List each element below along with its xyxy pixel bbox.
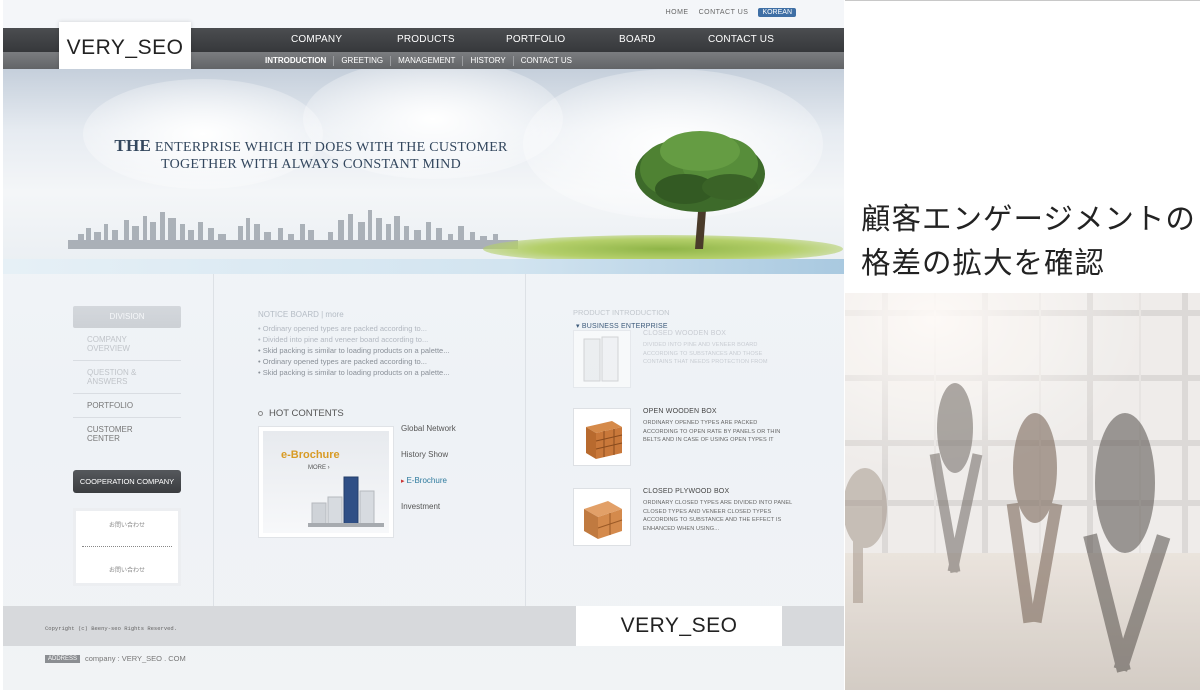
promo-heading-line2: 格差の拡大を確認 [861,246,1106,280]
side-menu-header-label: DIVISION [109,312,145,321]
inquiry-box: お問い合わせ お問い合わせ [73,508,181,586]
inquiry-link[interactable]: お問い合わせ [109,520,145,529]
product-description: ORDINARY OPENED TYPES ARE PACKED ACCORDI… [643,420,781,443]
address-text: company : VERY_SEO . COM [85,654,186,663]
product-name: OPEN WOODEN BOX [643,408,717,415]
side-menu-item-company-overview[interactable]: COMPANY OVERVIEW [73,328,181,361]
copyright-text: Copyright (c) Beeny-seo Rights Reserved. [45,625,178,632]
website-mockup: HOME CONTACT US KOREAN COMPANY PRODUCTS … [3,0,844,690]
more-link[interactable]: MORE › [308,465,330,471]
language-badge[interactable]: KOREAN [758,8,796,17]
content-area: DIVISION COMPANY OVERVIEW QUESTION & ANS… [3,274,844,606]
site-logo[interactable]: VERY_SEO [59,22,191,74]
nav-board[interactable]: BOARD [619,28,656,52]
subnav-greeting[interactable]: GREETING [334,55,392,66]
hero-headline-line1: ENTERPRISE WHICH IT DOES WITH THE CUSTOM… [151,140,508,155]
product-description: ORDINARY CLOSED TYPES ARE DIVIDED INTO P… [643,500,793,532]
product-thumbnail [573,330,631,388]
nav-products[interactable]: PRODUCTS [397,28,455,52]
footer: Copyright (c) Beeny-seo Rights Reserved.… [3,606,844,646]
product-item[interactable]: OPEN WOODEN BOX ORDINARY OPENED TYPES AR… [573,408,803,468]
business-enterprise-heading: BUSINESS ENTERPRISE [576,322,668,330]
notice-item[interactable]: • Ordinary opened types are packed accor… [258,323,518,334]
product-name: CLOSED WOODEN BOX [643,330,727,337]
divider [845,0,1200,1]
home-link[interactable]: HOME [666,9,689,16]
subnav-introduction[interactable]: INTRODUCTION [258,55,335,66]
side-menu-header: DIVISION [73,306,181,328]
side-menu-item-portfolio[interactable]: PORTFOLIO [73,394,181,418]
side-menu-item-customer-center[interactable]: CUSTOMER CENTER [73,418,181,450]
promo-heading-line1: 顧客エンゲージメントの [861,202,1196,236]
bar-graphic-icon [308,476,384,527]
hero-banner: THE ENTERPRISE WHICH IT DOES WITH THE CU… [3,69,844,274]
side-menu: DIVISION COMPANY OVERVIEW QUESTION & ANS… [73,306,188,586]
notice-board: NOTICE BOARD | more • Ordinary opened ty… [258,310,518,378]
product-heading: PRODUCT INTRODUCTION [573,308,670,317]
people-walking-photo [845,293,1200,690]
notice-item[interactable]: • Skid packing is similar to loading pro… [258,367,518,378]
bullet-icon [258,411,263,416]
subnav-management[interactable]: MANAGEMENT [391,55,464,66]
hot-link-history-show[interactable]: History Show [401,450,456,476]
subnav-contact-us[interactable]: CONTACT US [514,56,579,66]
hot-link-investment[interactable]: Investment [401,502,456,528]
notice-item[interactable]: • Skid packing is similar to loading pro… [258,345,518,356]
site-logo-text: VERY_SEO [66,36,184,59]
cooperation-company-button[interactable]: COOPERATION COMPANY [73,470,181,493]
subnav-history[interactable]: HISTORY [463,55,514,66]
nav-contact-us[interactable]: CONTACT US [708,28,774,52]
water-strip [3,259,844,274]
footer-logo-text: VERY_SEO [620,614,738,637]
tree-image [635,131,765,249]
column-divider [525,274,526,606]
product-item[interactable]: CLOSED PLYWOOD BOX ORDINARY CLOSED TYPES… [573,488,803,548]
hot-contents-heading: HOT CONTENTS [258,408,344,419]
hero-headline: THE ENTERPRISE WHICH IT DOES WITH THE CU… [101,137,521,173]
e-brochure-banner[interactable]: e-Brochure MORE › [258,426,394,538]
address-tag: ADDRESS [45,654,81,663]
nav-company[interactable]: COMPANY [291,28,342,52]
product-thumbnail [573,408,631,466]
plywood-box-image [584,501,623,539]
divider [82,546,172,548]
city-skyline-image [68,210,518,249]
hot-contents-list: Global Network History Show E-Brochure I… [401,424,456,528]
e-brochure-title: e-Brochure [281,449,340,461]
notice-heading[interactable]: NOTICE BOARD | more [258,310,518,319]
column-divider [213,274,214,606]
address-line: ADDRESS company : VERY_SEO . COM [45,654,186,663]
product-thumbnail [573,488,631,546]
product-item[interactable]: CLOSED WOODEN BOX DIVIDED INTO PINE AND … [573,330,803,390]
notice-item[interactable]: • Divided into pine and veneer board acc… [258,334,518,345]
hot-link-global-network[interactable]: Global Network [401,424,456,450]
side-menu-item-qna[interactable]: QUESTION & ANSWERS [73,361,181,394]
product-name: CLOSED PLYWOOD BOX [643,488,730,495]
hot-link-e-brochure[interactable]: E-Brochure [401,476,456,502]
hero-headline-line2: TOGETHER WITH ALWAYS CONSTANT MIND [161,157,461,172]
product-description: DIVIDED INTO PINE AND VENEER BOARD ACCOR… [643,342,768,365]
promo-heading: 顧客エンゲージメントの 格差の拡大を確認 [861,197,1200,285]
open-wooden-box-image [586,421,623,459]
closed-box-image [583,336,619,382]
e-brochure-banner-inner: e-Brochure MORE › [263,431,389,533]
contact-us-link[interactable]: CONTACT US [699,9,749,16]
page: HOME CONTACT US KOREAN COMPANY PRODUCTS … [0,0,1200,690]
inquiry-link[interactable]: お問い合わせ [109,565,145,574]
nav-portfolio[interactable]: PORTFOLIO [506,28,565,52]
hot-contents-heading-label: HOT CONTENTS [269,408,344,419]
promo-panel: 顧客エンゲージメントの 格差の拡大を確認 [845,0,1200,690]
footer-logo[interactable]: VERY_SEO [576,606,782,646]
hero-headline-lead: THE [114,136,152,155]
notice-item[interactable]: • Ordinary opened types are packed accor… [258,356,518,367]
utility-bar: HOME CONTACT US KOREAN [666,8,796,17]
